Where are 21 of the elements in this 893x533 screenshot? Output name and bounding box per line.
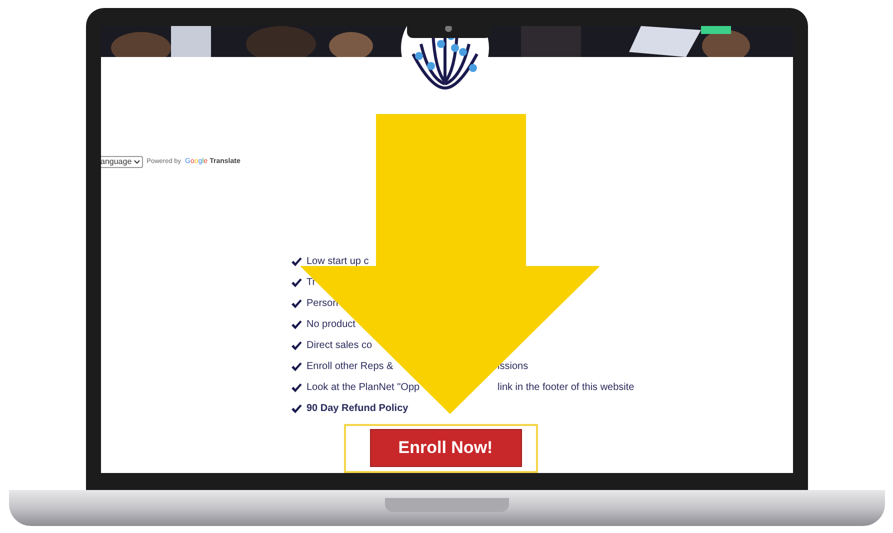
benefit-text: No product [306,318,356,332]
benefit-text: Enroll other Reps & [306,360,394,374]
chevron-down-icon [134,160,140,164]
benefit-text: Person [306,297,338,311]
checkmark-icon [290,340,302,350]
checkmark-icon [290,278,302,288]
benefit-text: 90 Day Refund Policy [306,402,408,416]
benefit-text: Direct sales co [306,339,372,353]
checkmark-icon [290,382,302,392]
benefit-text: Low start up c [306,255,369,269]
checkmark-icon [290,320,302,330]
checkmark-icon [290,404,302,414]
checkmark-icon [290,362,302,372]
enroll-button[interactable]: Enroll Now! [370,429,522,467]
benefit-text: Tr [306,276,316,290]
benefit-text: Look at the PlanNet "Opp [306,381,420,395]
checkmark-icon [290,298,302,308]
benefit-text: link in the footer of this website [498,381,634,395]
checkmark-icon [290,256,302,266]
benefit-text: issions [498,360,528,374]
language-select[interactable]: anguage [100,156,143,168]
